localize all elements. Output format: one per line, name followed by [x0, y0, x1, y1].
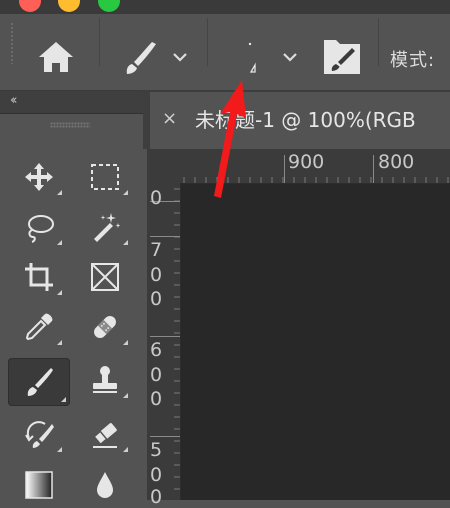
collapse-panel-icon[interactable]: ‹‹ [10, 93, 18, 108]
ruler-vertical-label: 0 [150, 264, 163, 286]
tool-group-indicator [123, 447, 128, 452]
ruler-major-tick [150, 436, 180, 437]
brush-tip-icon [248, 42, 297, 73]
gradient-icon [25, 471, 53, 499]
marquee-tool[interactable] [78, 155, 132, 199]
tool-group-indicator [123, 190, 128, 195]
document-canvas[interactable] [181, 184, 450, 500]
options-separator [99, 18, 100, 66]
tool-group-indicator [57, 340, 62, 345]
magic-wand-tool[interactable] [78, 205, 132, 249]
move-icon [25, 163, 53, 191]
spot-healing-brush-tool[interactable] [78, 305, 132, 349]
ruler-origin[interactable] [147, 149, 180, 183]
lasso-tool[interactable] [12, 205, 66, 249]
home-button[interactable] [36, 38, 76, 78]
gradient-tool[interactable] [12, 462, 66, 506]
ruler-vertical-label: 0 [150, 464, 163, 486]
history-brush-icon [25, 421, 54, 448]
frame-icon [91, 263, 119, 291]
brush-preset-picker[interactable] [118, 38, 194, 78]
lasso-icon [28, 215, 54, 243]
ruler-label-900: 900 [288, 151, 325, 173]
ruler-vertical-label: 0 [150, 187, 163, 209]
ruler-major-tick [150, 236, 180, 237]
crop-tool[interactable] [12, 255, 66, 299]
bandage-icon [94, 316, 116, 338]
brush-icon [126, 42, 187, 74]
options-separator [378, 18, 379, 66]
eraser-tool[interactable] [78, 412, 132, 456]
tools-panel-header[interactable] [0, 91, 143, 114]
brush-settings-panel-icon [324, 40, 360, 74]
ruler-vertical-label: 5 [150, 439, 163, 461]
eyedropper-icon [25, 313, 53, 341]
ruler-label-800: 800 [378, 151, 415, 173]
history-brush-tool[interactable] [12, 412, 66, 456]
eraser-icon [93, 423, 117, 448]
tool-group-indicator [61, 397, 66, 402]
eyedropper-tool[interactable] [12, 305, 66, 349]
brush-tool[interactable] [8, 358, 70, 406]
ruler-vertical-label: 7 [150, 239, 163, 261]
ruler-major-tick [284, 155, 285, 183]
ruler-vertical-label: 0 [150, 288, 163, 310]
ruler-vertical-label: 0 [150, 486, 163, 508]
tool-group-indicator [123, 393, 128, 398]
tool-group-indicator [57, 240, 62, 245]
clone-stamp-tool[interactable] [78, 358, 132, 402]
close-tab-icon[interactable]: × [162, 108, 177, 129]
rectangular-marquee-icon [91, 164, 119, 190]
crop-icon [25, 263, 53, 291]
toggle-brush-settings-panel-button[interactable] [320, 36, 364, 78]
tool-group-indicator [57, 447, 62, 452]
ruler-vertical-label: 0 [150, 388, 163, 410]
annotation-arrow-icon [214, 80, 246, 198]
move-tool[interactable] [12, 155, 66, 199]
brush-icon [27, 368, 53, 396]
ruler-vertical-label: 0 [150, 364, 163, 386]
ruler-vertical-label: 6 [150, 339, 163, 361]
frame-tool[interactable] [78, 255, 132, 299]
mode-label: 模式: [390, 50, 436, 71]
magic-wand-icon [94, 213, 121, 242]
tool-group-indicator [57, 190, 62, 195]
tools-panel-grip[interactable] [50, 122, 90, 128]
stamp-icon [93, 366, 117, 393]
ruler-major-tick [150, 336, 180, 337]
blur-tool[interactable] [78, 462, 132, 506]
tool-group-indicator [123, 240, 128, 245]
home-icon [39, 42, 73, 72]
options-bar-grip[interactable] [10, 22, 15, 64]
brush-tip-picker[interactable] [228, 34, 306, 80]
tool-group-indicator [57, 290, 62, 295]
ruler-major-tick [373, 155, 374, 183]
options-separator [207, 18, 208, 66]
water-drop-icon [97, 472, 113, 498]
tool-group-indicator [123, 340, 128, 345]
